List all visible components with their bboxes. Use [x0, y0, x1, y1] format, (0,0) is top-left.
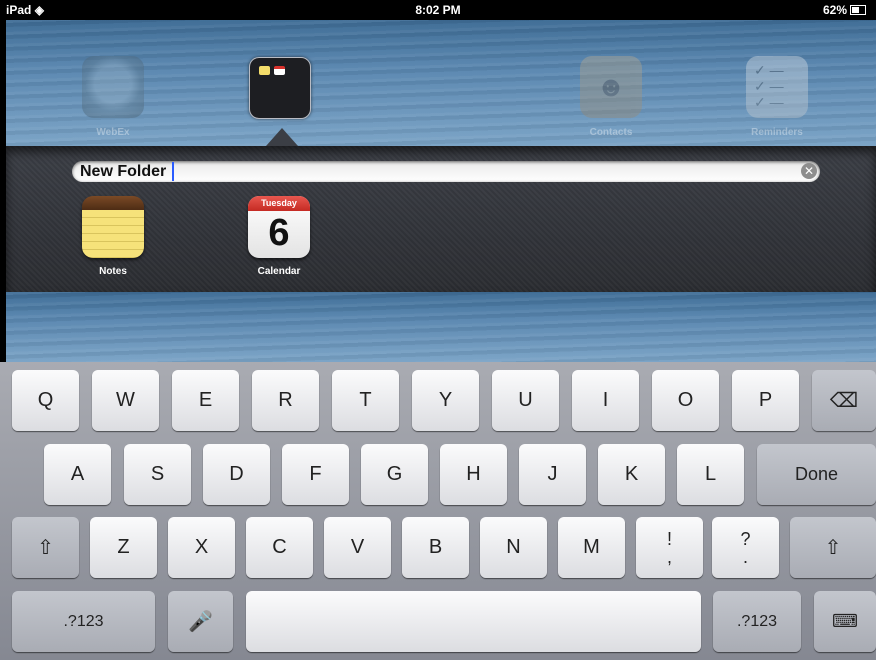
- key-d[interactable]: D: [203, 444, 270, 505]
- backspace-key[interactable]: ⌫: [812, 370, 876, 431]
- contacts-label: Contacts: [589, 127, 633, 138]
- key-n[interactable]: N: [480, 517, 547, 578]
- key-s[interactable]: S: [124, 444, 191, 505]
- key-z[interactable]: Z: [90, 517, 157, 578]
- notes-icon-header: [82, 196, 144, 210]
- reminders-label: Reminders: [751, 127, 803, 138]
- calendar-day-number: 6: [268, 212, 290, 254]
- hide-keyboard-key[interactable]: ⌨: [814, 591, 876, 652]
- contacts-icon: ☻: [580, 56, 642, 118]
- keyboard: Q W E R T Y U I O P ⌫ A S D F G H J K L …: [0, 362, 876, 660]
- folder-name-input[interactable]: New Folder: [80, 162, 166, 181]
- key-c[interactable]: C: [246, 517, 313, 578]
- text-cursor: [172, 162, 174, 181]
- shift-key-left[interactable]: ⇧: [12, 517, 79, 578]
- status-bar: iPad ◈ 8:02 PM 62%: [0, 0, 876, 20]
- done-key[interactable]: Done: [757, 444, 876, 505]
- numbers-key-right[interactable]: .?123: [713, 591, 801, 652]
- wallpaper-middle: [6, 292, 876, 362]
- key-j[interactable]: J: [519, 444, 586, 505]
- notes-icon: [82, 210, 144, 258]
- mini-calendar-icon: [274, 66, 285, 75]
- key-w[interactable]: W: [92, 370, 159, 431]
- calendar-app[interactable]: Tuesday 6: [248, 196, 310, 258]
- status-battery: 62%: [823, 3, 866, 17]
- key-l[interactable]: L: [677, 444, 744, 505]
- key-f[interactable]: F: [282, 444, 349, 505]
- contacts-app[interactable]: ☻: [580, 56, 642, 118]
- clear-text-icon[interactable]: ✕: [801, 163, 817, 179]
- key-period-label: .: [742, 546, 748, 567]
- key-h[interactable]: H: [440, 444, 507, 505]
- key-t[interactable]: T: [332, 370, 399, 431]
- shift-icon: ⇧: [37, 537, 54, 559]
- notes-app[interactable]: [82, 196, 144, 258]
- key-p[interactable]: P: [732, 370, 799, 431]
- notes-label: Notes: [99, 266, 127, 277]
- key-o[interactable]: O: [652, 370, 719, 431]
- key-b[interactable]: B: [402, 517, 469, 578]
- key-exclamation-comma[interactable]: !,: [636, 517, 703, 578]
- dictation-key[interactable]: 🎤: [168, 591, 233, 652]
- key-comma-label: ,: [666, 546, 672, 567]
- key-e[interactable]: E: [172, 370, 239, 431]
- numbers-key-left[interactable]: .?123: [12, 591, 155, 652]
- folder-icon[interactable]: [249, 57, 311, 119]
- reminders-icon: ✓ ― ✓ ― ✓ ―: [746, 56, 808, 118]
- webex-icon: [82, 56, 144, 118]
- key-i[interactable]: I: [572, 370, 639, 431]
- battery-icon: [850, 5, 866, 15]
- folder-pointer: [266, 128, 298, 146]
- key-r[interactable]: R: [252, 370, 319, 431]
- status-time: 8:02 PM: [415, 3, 461, 17]
- webex-app[interactable]: [82, 56, 144, 118]
- space-key[interactable]: [246, 591, 701, 652]
- shift-key-right[interactable]: ⇧: [790, 517, 876, 578]
- key-y[interactable]: Y: [412, 370, 479, 431]
- key-g[interactable]: G: [361, 444, 428, 505]
- calendar-label: Calendar: [257, 266, 301, 277]
- key-m[interactable]: M: [558, 517, 625, 578]
- key-a[interactable]: A: [44, 444, 111, 505]
- shift-icon: ⇧: [824, 537, 842, 559]
- key-v[interactable]: V: [324, 517, 391, 578]
- microphone-icon: 🎤: [188, 611, 213, 633]
- key-k[interactable]: K: [598, 444, 665, 505]
- key-q[interactable]: Q: [12, 370, 79, 431]
- calendar-day-name: Tuesday: [248, 196, 310, 211]
- key-u[interactable]: U: [492, 370, 559, 431]
- reminders-app[interactable]: ✓ ― ✓ ― ✓ ―: [746, 56, 808, 118]
- mini-notes-icon: [259, 66, 270, 75]
- keyboard-icon: ⌨: [832, 611, 858, 631]
- key-exclamation-label: !: [666, 528, 672, 549]
- key-question-period[interactable]: ?.: [712, 517, 779, 578]
- webex-label: WebEx: [96, 127, 130, 138]
- key-x[interactable]: X: [168, 517, 235, 578]
- backspace-icon: ⌫: [829, 390, 859, 412]
- folder-name-field[interactable]: [72, 161, 820, 182]
- key-question-label: ?: [740, 528, 751, 549]
